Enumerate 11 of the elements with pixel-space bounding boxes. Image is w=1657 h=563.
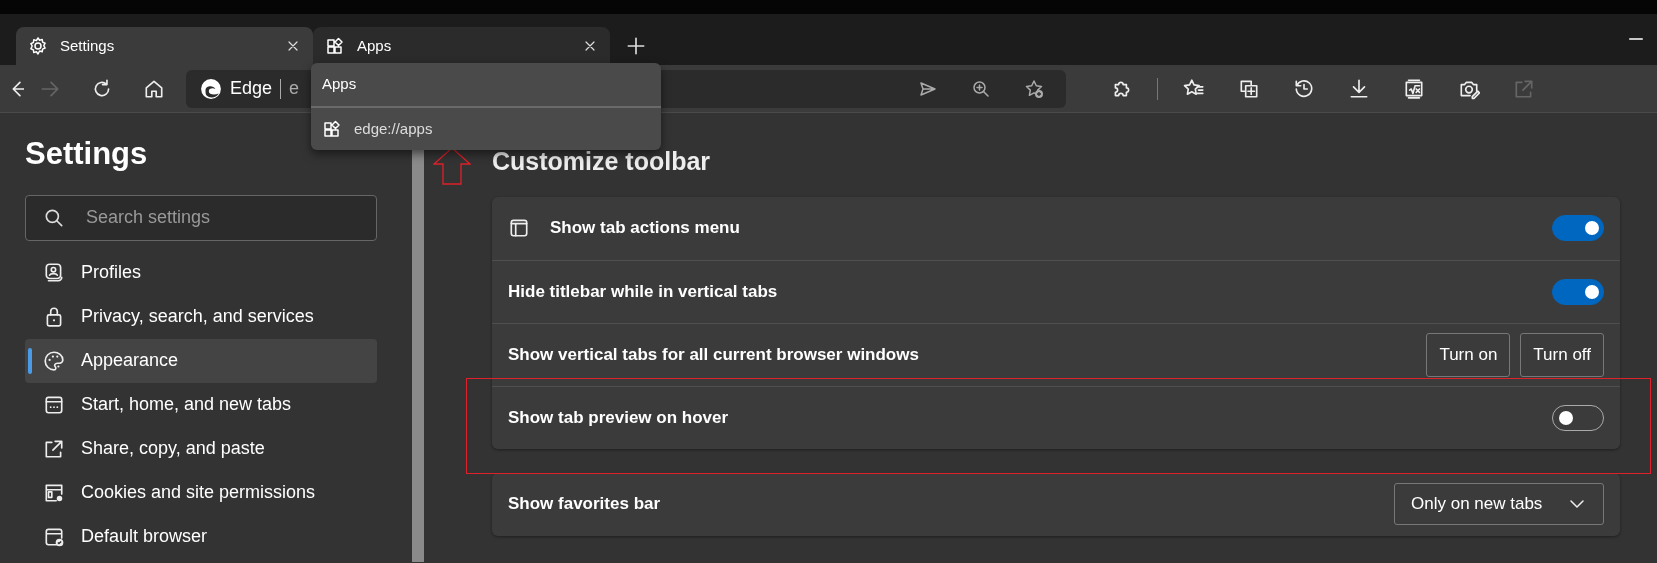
url-text: e [289,77,300,100]
setting-label: Hide titlebar while in vertical tabs [508,280,779,303]
sidebar-title: Settings [25,135,149,173]
site-label: Edge [230,77,273,100]
section-title: Customize toolbar [492,146,712,177]
setting-label: Show favorites bar [508,493,662,516]
setting-label: Show tab actions menu [550,217,741,240]
hover-card-title: Apps [322,75,357,92]
hover-card-url: edge://apps [354,118,433,139]
setting-label: Show vertical tabs for all current browser windows [508,343,920,366]
setting-label: Show tab preview on hover [508,406,730,429]
